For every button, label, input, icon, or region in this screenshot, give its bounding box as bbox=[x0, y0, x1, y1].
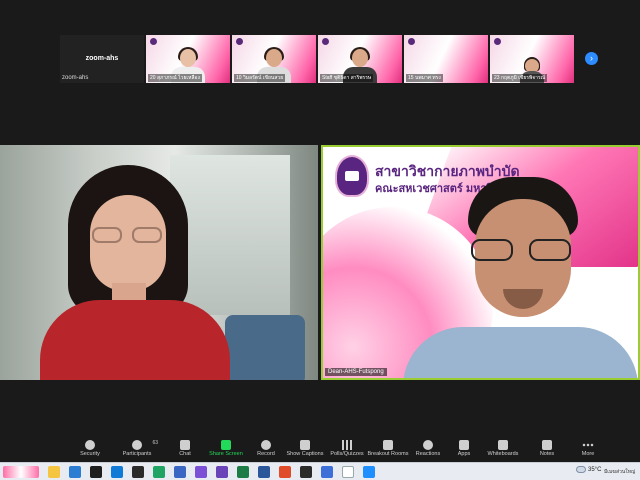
participant-name: 23 กฤตภูมิ เชียรพิจารณ์ bbox=[492, 74, 548, 82]
weather-temperature: 35°C bbox=[588, 466, 602, 473]
taskbar-app-icon[interactable] bbox=[90, 466, 102, 478]
os-taskbar: 35°C มีเมฆส่วนใหญ่ bbox=[0, 462, 640, 480]
polls-quizzes-button[interactable]: Polls/Quizzes bbox=[329, 437, 365, 461]
taskbar-app-icon[interactable] bbox=[153, 466, 165, 478]
participant-name: 20 สุภาภรณ์ ไวยเหลือง bbox=[148, 74, 202, 82]
reaction-emoji-icon bbox=[423, 440, 433, 450]
poll-chart-icon bbox=[342, 440, 352, 450]
taskbar-app-icon[interactable] bbox=[174, 466, 186, 478]
security-button[interactable]: Security bbox=[78, 437, 102, 461]
whiteboards-button[interactable]: Whiteboards bbox=[486, 437, 520, 461]
speaker-name-tag: Dean-AHS-Futspong bbox=[325, 368, 387, 376]
more-dots-icon bbox=[582, 443, 594, 447]
record-icon bbox=[261, 440, 271, 450]
taskbar-wallpaper-thumbnail[interactable] bbox=[3, 466, 39, 478]
university-seal-icon bbox=[335, 155, 369, 197]
participant-name: 15 นพมาศ ทรง bbox=[406, 74, 443, 82]
chat-button[interactable]: Chat bbox=[175, 437, 195, 461]
participant-video-man bbox=[403, 177, 638, 378]
whiteboard-icon bbox=[498, 440, 508, 450]
university-logo-icon bbox=[322, 38, 329, 45]
apps-icon bbox=[459, 440, 469, 450]
taskbar-app-icons bbox=[48, 466, 375, 478]
notes-icon bbox=[542, 440, 552, 450]
participant-tile[interactable]: 15 นพมาศ ทรง bbox=[404, 35, 488, 83]
weather-widget[interactable]: 35°C bbox=[576, 466, 601, 473]
taskbar-app-icon[interactable] bbox=[216, 466, 228, 478]
more-button[interactable]: More bbox=[579, 437, 597, 461]
participants-icon bbox=[132, 440, 142, 450]
participants-count: 63 bbox=[152, 440, 158, 446]
participant-name: Staff ชุติธิดา สาริพรรษ bbox=[320, 74, 374, 82]
participant-strip: zoom-ahs 20 สุภาภรณ์ ไวยเหลือง 10 วิมลรั… bbox=[60, 35, 574, 83]
notes-button[interactable]: Notes bbox=[538, 437, 556, 461]
zoom-meeting-window: zoom-ahs 20 สุภาภรณ์ ไวยเหลือง 10 วิมลรั… bbox=[0, 0, 640, 480]
breakout-rooms-icon bbox=[383, 440, 393, 450]
taskbar-app-icon[interactable] bbox=[279, 466, 291, 478]
share-screen-icon bbox=[221, 440, 231, 450]
video-tile-left[interactable] bbox=[0, 145, 318, 380]
university-logo-icon bbox=[408, 38, 415, 45]
show-captions-button[interactable]: Show Captions bbox=[286, 437, 324, 461]
share-screen-button[interactable]: Share Screen bbox=[208, 437, 244, 461]
participant-tile[interactable]: 20 สุภาภรณ์ ไวยเหลือง bbox=[146, 35, 230, 83]
captions-icon bbox=[300, 440, 310, 450]
top-band bbox=[0, 0, 640, 30]
participant-tile[interactable]: 10 วิมลรัตน์ เขียนสวย bbox=[232, 35, 316, 83]
taskbar-app-icon[interactable] bbox=[321, 466, 333, 478]
participant-tile[interactable]: Staff ชุติธิดา สาริพรรษ bbox=[318, 35, 402, 83]
weather-description: มีเมฆส่วนใหญ่ bbox=[604, 469, 636, 475]
taskbar-app-icon[interactable] bbox=[111, 466, 123, 478]
taskbar-app-icon[interactable] bbox=[195, 466, 207, 478]
cloud-icon bbox=[576, 466, 586, 473]
taskbar-app-icon[interactable] bbox=[258, 466, 270, 478]
participant-name: 10 วิมลรัตน์ เขียนสวย bbox=[234, 74, 286, 82]
participant-tile[interactable]: 23 กฤตภูมิ เชียรพิจารณ์ bbox=[490, 35, 574, 83]
breakout-rooms-button[interactable]: Breakout Rooms bbox=[367, 437, 409, 461]
meeting-toolbar: Security 63 Participants Chat Share Scree… bbox=[0, 437, 640, 461]
taskbar-app-icon[interactable] bbox=[300, 466, 312, 478]
record-button[interactable]: Record bbox=[255, 437, 277, 461]
participants-button[interactable]: 63 Participants bbox=[120, 437, 158, 461]
reactions-button[interactable]: Reactions bbox=[414, 437, 442, 461]
taskbar-app-icon[interactable] bbox=[69, 466, 81, 478]
taskbar-app-icon[interactable] bbox=[132, 466, 144, 478]
university-logo-icon bbox=[236, 38, 243, 45]
participant-video-woman bbox=[40, 165, 230, 380]
taskbar-app-icon[interactable] bbox=[237, 466, 249, 478]
chair-background bbox=[225, 315, 305, 380]
next-page-arrow-icon[interactable]: › bbox=[585, 52, 598, 65]
self-name: zoom-ahs bbox=[85, 55, 119, 62]
chat-bubble-icon bbox=[180, 440, 190, 450]
apps-button[interactable]: Apps bbox=[455, 437, 473, 461]
taskbar-app-icon[interactable] bbox=[48, 466, 60, 478]
taskbar-app-icon[interactable] bbox=[363, 466, 375, 478]
video-tile-active-speaker[interactable]: สาขาวิชากายภาพบำบัด คณะสหเวชศาสตร์ มหาวิ… bbox=[321, 145, 640, 380]
shield-icon bbox=[85, 440, 95, 450]
university-logo-icon bbox=[150, 38, 157, 45]
university-logo-icon bbox=[494, 38, 501, 45]
taskbar-app-icon[interactable] bbox=[342, 466, 354, 478]
self-view-label: zoom-ahs bbox=[62, 75, 89, 81]
